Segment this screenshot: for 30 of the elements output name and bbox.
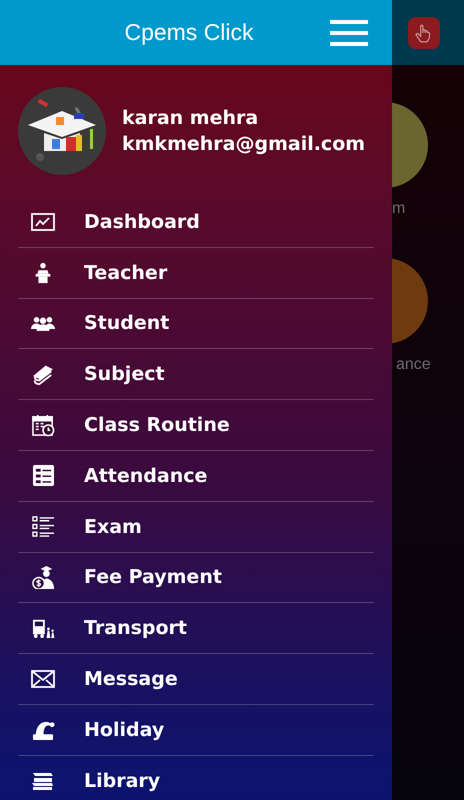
menu-button[interactable] xyxy=(330,20,368,46)
checklist-icon xyxy=(32,516,54,538)
books-icon xyxy=(32,363,54,386)
tile-label: ance xyxy=(396,356,431,374)
menu-item[interactable]: Attendance xyxy=(18,450,374,502)
books-stack-icon xyxy=(31,771,55,792)
hat-icon xyxy=(32,719,54,740)
bus-icon xyxy=(31,618,55,638)
menu-item[interactable]: Dashboard xyxy=(18,197,374,248)
user-email: kmkmehra@gmail.com xyxy=(122,133,366,155)
hand-icon[interactable] xyxy=(408,16,440,48)
tile-label: m xyxy=(392,200,406,218)
menu-item[interactable]: Fee Payment xyxy=(18,552,374,604)
envelope-icon xyxy=(31,670,55,688)
menu-item[interactable]: Class Routine xyxy=(18,400,374,451)
menu-item[interactable]: Transport xyxy=(18,603,374,654)
menu-item[interactable]: Library xyxy=(18,756,374,800)
menu-item[interactable]: Holiday xyxy=(18,704,374,756)
menu-item[interactable]: Message xyxy=(18,654,374,705)
graduate-coin-icon xyxy=(32,566,54,589)
chart-icon xyxy=(31,212,55,232)
menu-item[interactable]: Student xyxy=(18,298,374,350)
menu-item[interactable]: Teacher xyxy=(18,248,374,299)
user-name: karan mehra xyxy=(122,107,260,129)
menu-item[interactable]: Subject xyxy=(18,349,374,400)
menu-item[interactable]: Exam xyxy=(18,502,374,553)
calendar-clock-icon xyxy=(32,414,54,437)
app-title: Cpems Click xyxy=(123,19,255,46)
group-icon xyxy=(31,316,55,331)
list-icon xyxy=(32,465,54,486)
